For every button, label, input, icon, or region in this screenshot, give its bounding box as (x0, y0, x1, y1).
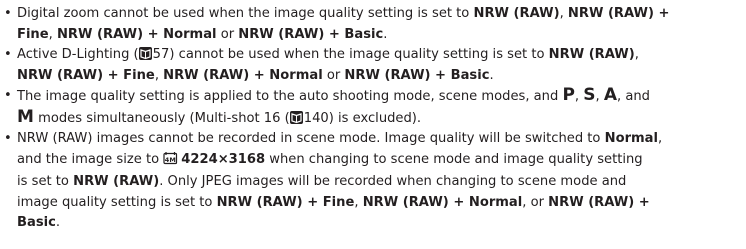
document-body: • Digital zoom cannot be used when the i… (3, 4, 745, 234)
book-reference-icon (289, 110, 303, 124)
mode-m: M (17, 106, 34, 127)
list-item: • Digital zoom cannot be used when the i… (3, 4, 745, 45)
text-line: image quality setting is set to NRW (RAW… (17, 194, 650, 210)
mode-p: P (562, 85, 575, 105)
list-item: • NRW (RAW) images cannot be recorded in… (3, 129, 745, 234)
text-line: M modes simultaneously (Multi-shot 16 (1… (17, 106, 422, 127)
text-line: NRW (RAW) images cannot be recorded in s… (17, 131, 663, 146)
list-item: • The image quality setting is applied t… (3, 86, 745, 129)
text-line: Digital zoom cannot be used when the ima… (17, 6, 670, 21)
mode-s: S (583, 85, 596, 105)
bullet: • (4, 47, 12, 62)
list-item: • Active D-Lighting (57) cannot be used … (3, 45, 745, 86)
bullet: • (4, 6, 12, 21)
page-reference[interactable]: 140 (304, 111, 329, 126)
book-reference-icon (138, 47, 152, 60)
bullet: • (4, 88, 12, 103)
text-line: NRW (RAW) + Fine, NRW (RAW) + Normal or … (17, 67, 494, 83)
image-size-icon: 4M (163, 151, 178, 173)
image-size-icon-label: 4M (165, 155, 176, 163)
text-line: The image quality setting is applied to … (17, 85, 650, 105)
text-line: Active D-Lighting (57) cannot be used wh… (17, 47, 639, 62)
text-line: Fine, NRW (RAW) + Normal or NRW (RAW) + … (17, 26, 388, 42)
bullet: • (4, 131, 12, 146)
text-line: Basic. (17, 215, 61, 230)
text-line: is set to NRW (RAW). Only JPEG images wi… (17, 174, 627, 189)
text-line: and the image size to 4M 4224×3168 when c… (17, 150, 745, 173)
page-reference[interactable]: 57 (153, 47, 170, 62)
mode-a: A (603, 85, 617, 105)
